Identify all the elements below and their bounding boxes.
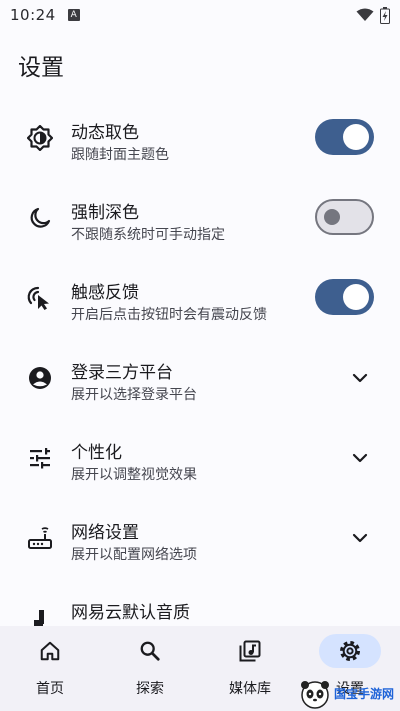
- setting-subtitle: 展开以调整视觉效果: [71, 467, 197, 483]
- toggle-knob: [324, 209, 340, 225]
- nav-indicator: [319, 634, 381, 668]
- force-dark-toggle[interactable]: [315, 199, 374, 235]
- status-time: 10:24: [10, 6, 56, 24]
- a-notification-icon: A: [67, 9, 80, 21]
- nav-item-home[interactable]: 首页: [0, 626, 100, 711]
- watermark: 国宝手游网: [300, 676, 400, 711]
- battery-charging-icon: [380, 6, 390, 24]
- watermark-text: 国宝手游网: [334, 687, 395, 701]
- setting-title: 触感反馈: [71, 283, 139, 303]
- toggle-knob: [343, 284, 369, 310]
- nav-indicator: [219, 634, 281, 668]
- tune-icon: [26, 444, 54, 472]
- setting-network[interactable]: 网络设置 展开以配置网络选项: [0, 498, 400, 578]
- toggle-knob: [343, 124, 369, 150]
- home-icon: [40, 641, 60, 661]
- setting-title: 动态取色: [71, 123, 139, 143]
- setting-subtitle: 展开以配置网络选项: [71, 547, 197, 563]
- chevron-down-icon[interactable]: [350, 368, 370, 388]
- nav-item-explore[interactable]: 探索: [100, 626, 200, 711]
- setting-dynamic-color[interactable]: 动态取色 跟随封面主题色: [0, 98, 400, 178]
- router-icon: [26, 524, 54, 552]
- setting-title: 强制深色: [71, 203, 139, 223]
- setting-title: 个性化: [71, 443, 122, 463]
- status-bar: 10:24 A: [0, 0, 400, 30]
- library-music-icon: [239, 640, 261, 662]
- setting-personalization[interactable]: 个性化 展开以调整视觉效果: [0, 418, 400, 498]
- nav-indicator: [19, 634, 81, 668]
- wifi-icon: [356, 8, 374, 21]
- setting-subtitle: 不跟随系统时可手动指定: [71, 227, 225, 243]
- setting-subtitle: 展开以选择登录平台: [71, 387, 197, 403]
- moon-icon: [26, 204, 54, 232]
- nav-indicator: [119, 634, 181, 668]
- chevron-down-icon[interactable]: [350, 448, 370, 468]
- setting-third-party-login[interactable]: 登录三方平台 展开以选择登录平台: [0, 338, 400, 418]
- chevron-down-icon[interactable]: [350, 528, 370, 548]
- setting-force-dark[interactable]: 强制深色 不跟随系统时可手动指定: [0, 178, 400, 258]
- dynamic-color-toggle[interactable]: [315, 119, 374, 155]
- account-circle-icon: [26, 364, 54, 392]
- setting-subtitle: 开启后点击按钮时会有震动反馈: [71, 307, 267, 323]
- setting-title: 网络设置: [71, 523, 139, 543]
- settings-list: 动态取色 跟随封面主题色 强制深色 不跟随系统时可手动指定 触感反馈 开启后点击…: [0, 98, 400, 658]
- setting-haptic-feedback[interactable]: 触感反馈 开启后点击按钮时会有震动反馈: [0, 258, 400, 338]
- nav-label: 首页: [36, 681, 64, 697]
- nav-label: 探索: [136, 681, 164, 697]
- page-title: 设置: [18, 55, 64, 81]
- nav-item-library[interactable]: 媒体库: [200, 626, 300, 711]
- setting-subtitle: 跟随封面主题色: [71, 147, 169, 163]
- panda-logo-icon: [301, 680, 329, 709]
- brightness-auto-icon: [26, 124, 54, 152]
- nav-label: 媒体库: [229, 681, 271, 697]
- haptic-feedback-toggle[interactable]: [315, 279, 374, 315]
- setting-title: 登录三方平台: [71, 363, 173, 383]
- status-icons: [356, 6, 390, 24]
- setting-title: 网易云默认音质: [71, 603, 190, 623]
- settings-icon: [340, 641, 360, 661]
- touch-feedback-icon: [26, 284, 54, 312]
- search-icon: [140, 641, 160, 661]
